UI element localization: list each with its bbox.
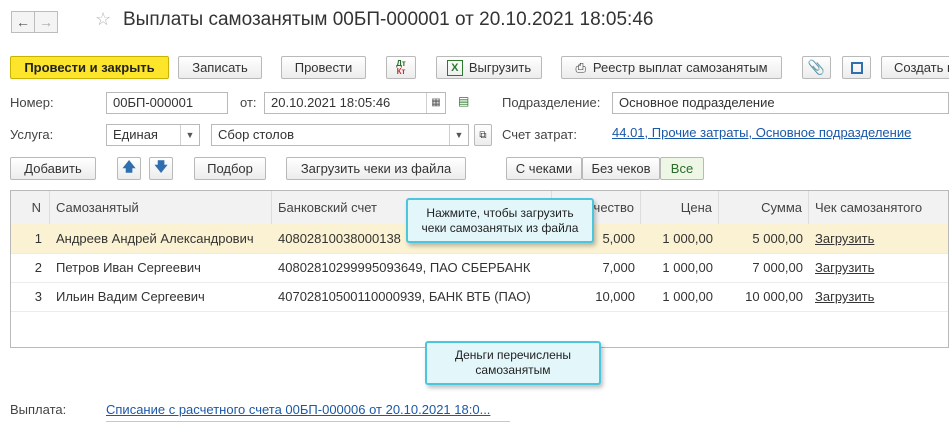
service-label: Услуга: [10, 127, 54, 142]
open-button[interactable]: ⧉ [474, 124, 492, 146]
filter-with-receipts-button[interactable]: С чеками [506, 157, 582, 180]
cell-sum: 10 000,00 [745, 289, 803, 304]
load-hint-callout: Нажмите, чтобы загрузить чеки самозаняты… [406, 198, 594, 243]
header-n[interactable]: N [11, 191, 50, 224]
paid-hint-text: Деньги перечислены самозанятым [454, 348, 572, 377]
arrow-down-icon: 🡇 [154, 158, 168, 174]
calendar-icon[interactable]: ▦ [426, 93, 445, 113]
payment-link[interactable]: Списание с расчетного счета 00БП-000006 … [106, 402, 490, 417]
printer-icon: ⎙ [575, 59, 586, 75]
load-receipts-button[interactable]: Загрузить чеки из файла [286, 157, 466, 180]
load-hint-text: Нажмите, чтобы загрузить чеки самозаняты… [421, 205, 579, 235]
date-value: 20.10.2021 18:05:46 [271, 95, 391, 110]
cell-n: 1 [34, 231, 42, 246]
cell-qty: 7,000 [602, 260, 635, 275]
cell-name: Петров Иван Сергеевич [56, 260, 201, 275]
dropdown-arrow-icon[interactable]: ▼ [449, 125, 468, 145]
table-row[interactable]: 2 Петров Иван Сергеевич 4080281029999509… [11, 253, 948, 283]
service-type-value: Единая [113, 127, 158, 142]
post-and-close-button[interactable]: Провести и закрыть [10, 56, 169, 79]
back-button[interactable]: ← [11, 11, 35, 33]
header-name[interactable]: Самозанятый [50, 191, 272, 224]
division-field[interactable]: Основное подразделение [612, 92, 949, 114]
move-up-button[interactable]: 🡅 [117, 157, 141, 180]
date-field[interactable]: 20.10.2021 18:05:46 ▦ [264, 92, 446, 114]
dt-kt-button[interactable]: Дт Кт [386, 56, 416, 79]
payment-underline [106, 421, 510, 422]
header-price[interactable]: Цена [641, 191, 719, 224]
receipt-load-link[interactable]: Загрузить [809, 282, 948, 311]
structure-icon [850, 61, 863, 74]
number-field[interactable]: 00БП-000001 [106, 92, 228, 114]
payment-label: Выплата: [10, 402, 67, 417]
page-title: Выплаты самозанятым 00БП-000001 от 20.10… [123, 9, 654, 30]
cell-account: 40702810500110000939, БАНК ВТБ (ПАО) [278, 289, 531, 304]
registry-button[interactable]: ⎙ Реестр выплат самозанятым [561, 56, 782, 79]
account-link[interactable]: 44.01, Прочие затраты, Основное подразде… [612, 125, 911, 140]
receipt-load-link[interactable]: Загрузить [809, 253, 948, 282]
header-sum[interactable]: Сумма [719, 191, 809, 224]
cell-price: 1 000,00 [662, 289, 713, 304]
attach-button[interactable]: 📎 [802, 56, 831, 79]
kt-label: Кт [396, 66, 406, 76]
cell-price: 1 000,00 [662, 260, 713, 275]
filter-all-button[interactable]: Все [660, 157, 704, 180]
service-type-field[interactable]: Единая ▼ [106, 124, 200, 146]
history-icon[interactable]: ▤ [458, 94, 474, 108]
cell-n: 2 [34, 260, 42, 275]
excel-icon: X [446, 59, 463, 76]
arrow-left-icon: ← [16, 14, 30, 30]
arrow-up-icon: 🡅 [122, 158, 136, 174]
move-down-button[interactable]: 🡇 [149, 157, 173, 180]
forward-button[interactable]: → [34, 11, 58, 33]
export-button[interactable]: X Выгрузить [436, 56, 542, 79]
division-label: Подразделение: [502, 95, 601, 110]
receipt-load-link[interactable]: Загрузить [809, 224, 948, 253]
create-based-on-button[interactable]: Создать н [881, 56, 949, 79]
registry-label: Реестр выплат самозанятым [592, 60, 768, 75]
dropdown-arrow-icon[interactable]: ▼ [180, 125, 199, 145]
paid-hint-callout: Деньги перечислены самозанятым [425, 341, 601, 385]
arrow-right-icon: → [39, 14, 53, 30]
cell-n: 3 [34, 289, 42, 304]
pick-button[interactable]: Подбор [194, 157, 266, 180]
cell-qty: 10,000 [595, 289, 635, 304]
date-label: от: [240, 95, 257, 110]
cell-account: 40802810299995093649, ПАО СБЕРБАНК [278, 260, 531, 275]
table-row[interactable]: 3 Ильин Вадим Сергеевич 4070281050011000… [11, 282, 948, 312]
filter-without-receipts-button[interactable]: Без чеков [582, 157, 660, 180]
cell-sum: 5 000,00 [752, 231, 803, 246]
post-button[interactable]: Провести [281, 56, 366, 79]
save-button[interactable]: Записать [178, 56, 262, 79]
header-receipt[interactable]: Чек самозанятого [809, 191, 948, 224]
export-label: Выгрузить [468, 60, 532, 75]
cell-name: Ильин Вадим Сергеевич [56, 289, 205, 304]
structure-button[interactable] [842, 56, 871, 79]
service-name-value: Сбор столов [218, 127, 295, 142]
add-button[interactable]: Добавить [10, 157, 96, 180]
dt-kt-icon: Дт Кт [396, 59, 406, 76]
service-name-field[interactable]: Сбор столов ▼ [211, 124, 469, 146]
paperclip-icon: 📎 [807, 59, 826, 75]
open-icon: ⧉ [479, 129, 487, 141]
favorite-star-icon[interactable]: ☆ [95, 9, 111, 30]
cell-price: 1 000,00 [662, 231, 713, 246]
number-label: Номер: [10, 95, 54, 110]
cell-name: Андреев Андрей Александрович [56, 231, 254, 246]
cell-sum: 7 000,00 [752, 260, 803, 275]
account-label: Счет затрат: [502, 127, 577, 142]
